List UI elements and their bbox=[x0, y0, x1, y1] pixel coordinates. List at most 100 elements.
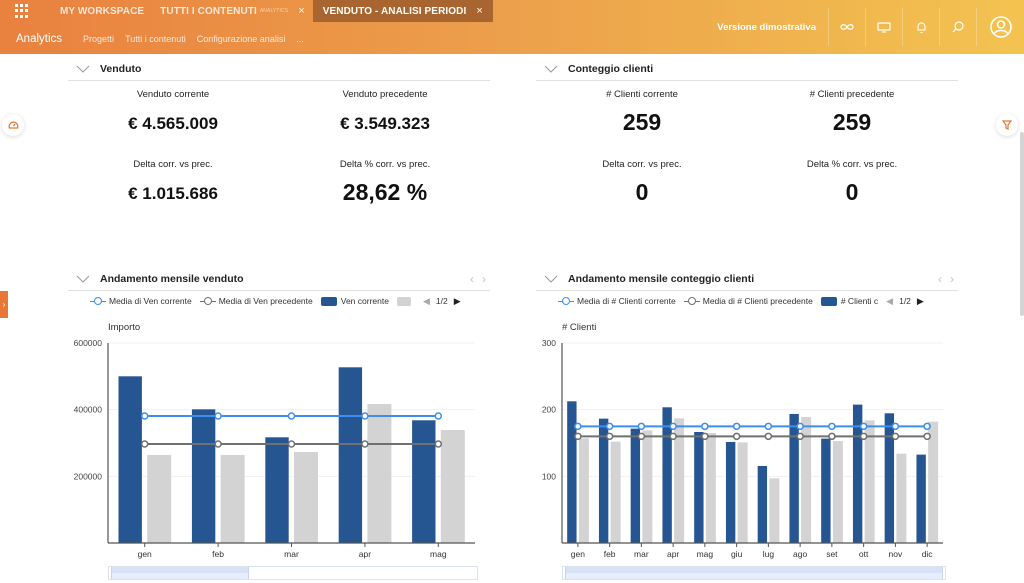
legend-next-icon[interactable]: ▶ bbox=[917, 296, 924, 307]
dashboard-button[interactable] bbox=[2, 114, 24, 136]
close-icon[interactable]: × bbox=[476, 5, 483, 17]
legend-item-media-clienti-precedente[interactable]: Media di # Clienti precedente bbox=[683, 296, 813, 306]
monitor-button[interactable] bbox=[865, 8, 902, 46]
legend-label: Ven corrente bbox=[340, 296, 389, 306]
next-arrow-icon[interactable]: › bbox=[482, 272, 486, 286]
nav-link-configurazione-analisi[interactable]: Configurazione analisi bbox=[197, 34, 286, 44]
legend-page-indicator: 1/2 bbox=[899, 296, 911, 306]
range-slider-selection[interactable] bbox=[565, 567, 943, 579]
bar-previous bbox=[769, 478, 780, 543]
range-slider-venduto[interactable] bbox=[108, 566, 478, 580]
line-point bbox=[434, 412, 443, 420]
close-icon[interactable]: × bbox=[298, 5, 305, 17]
search-icon bbox=[952, 21, 964, 33]
tab-tutti-i-contenuti[interactable]: TUTTI I CONTENUTI ANALYTICS × bbox=[152, 0, 313, 22]
panel-header-conteggio-clienti[interactable]: Conteggio clienti bbox=[536, 57, 958, 81]
vertical-scrollbar[interactable] bbox=[1020, 132, 1024, 316]
bar-current bbox=[191, 408, 216, 544]
y-tick-label: 200000 bbox=[74, 471, 103, 481]
legend-label: Media di Ven corrente bbox=[109, 296, 192, 306]
chevron-down-icon[interactable] bbox=[76, 64, 90, 74]
nav-link-more[interactable]: ... bbox=[296, 34, 304, 44]
y-tick-label: 100 bbox=[542, 471, 556, 481]
chevron-down-icon[interactable] bbox=[544, 274, 558, 284]
line-point bbox=[764, 422, 773, 431]
legend-prev-icon[interactable]: ◀ bbox=[886, 296, 893, 307]
legend-item-media-clienti-corrente[interactable]: Media di # Clienti corrente bbox=[558, 296, 676, 306]
kpi-value: 0 bbox=[635, 179, 649, 205]
legend-label: # Clienti c bbox=[840, 296, 879, 306]
x-tick-label: mar bbox=[634, 549, 649, 559]
bar-current bbox=[915, 454, 927, 544]
x-tick-label: mar bbox=[284, 549, 299, 559]
x-tick-label: feb bbox=[604, 549, 616, 559]
previous-arrow-icon[interactable]: ‹ bbox=[470, 272, 474, 286]
user-menu-button[interactable] bbox=[976, 8, 1024, 46]
bar-previous bbox=[440, 430, 465, 543]
bar-previous bbox=[220, 455, 245, 543]
y-tick-label: 600000 bbox=[74, 338, 103, 348]
range-slider-selection[interactable] bbox=[111, 567, 249, 579]
infinity-button[interactable] bbox=[828, 8, 865, 46]
chevron-down-icon[interactable] bbox=[544, 64, 558, 74]
bar-current bbox=[725, 441, 736, 544]
top-bar: MY WORKSPACE TUTTI I CONTENUTI ANALYTICS… bbox=[0, 0, 1024, 54]
sidebar-expand-handle[interactable]: › bbox=[0, 291, 8, 318]
gauge-icon bbox=[8, 121, 18, 129]
panel-header-andamento-venduto[interactable]: Andamento mensile venduto ‹ › bbox=[68, 267, 490, 291]
legend-item-ven-corrente[interactable]: Ven corrente bbox=[320, 296, 389, 306]
nav-brand[interactable]: Analytics bbox=[16, 33, 62, 45]
chart-andamento-clienti[interactable]: 100 200 300 gen feb mar apr mag giu lug ago set ott n… bbox=[530, 335, 960, 565]
range-slider-clienti[interactable] bbox=[562, 566, 946, 580]
line-point bbox=[361, 440, 369, 448]
bar-current bbox=[820, 438, 832, 544]
legend-item-media-corrente[interactable]: Media di Ven corrente bbox=[90, 296, 192, 306]
line-point bbox=[605, 432, 614, 441]
chart-andamento-venduto[interactable]: 200000 400000 600000 gen feb mar apr mag bbox=[60, 335, 490, 565]
kpi-value: 0 bbox=[845, 179, 859, 205]
line-point bbox=[701, 432, 709, 441]
legend-next-icon[interactable]: ▶ bbox=[454, 296, 461, 307]
bar-current bbox=[411, 419, 437, 544]
line-marker-icon bbox=[199, 297, 216, 305]
chevron-down-icon[interactable] bbox=[76, 274, 90, 284]
legend-item-media-precedente[interactable]: Media di Ven precedente bbox=[199, 296, 313, 306]
filter-icon bbox=[1002, 120, 1012, 130]
line-point bbox=[214, 412, 222, 420]
kpi-venduto-delta: Delta corr. vs prec. € 1.015.686 bbox=[73, 159, 273, 204]
legend-item-ven-precedente[interactable] bbox=[396, 296, 415, 306]
nav-link-progetti[interactable]: Progetti bbox=[83, 34, 114, 44]
bar-previous bbox=[737, 442, 748, 543]
kpi-label: Delta % corr. vs prec. bbox=[339, 159, 431, 170]
line-point bbox=[923, 432, 931, 441]
panel-header-venduto[interactable]: Venduto bbox=[68, 57, 490, 81]
tab-venduto-analisi-periodi[interactable]: VENDUTO - ANALISI PERIODI × bbox=[312, 0, 493, 22]
next-arrow-icon[interactable]: › bbox=[950, 272, 954, 286]
tab-my-workspace[interactable]: MY WORKSPACE bbox=[52, 0, 152, 22]
x-tick-label: giu bbox=[731, 549, 743, 559]
line-point bbox=[891, 432, 900, 441]
notifications-button[interactable] bbox=[902, 8, 939, 46]
legend-pager: ◀ 1/2 ▶ bbox=[886, 296, 924, 307]
bar-current bbox=[757, 465, 768, 544]
bar-previous bbox=[367, 404, 392, 543]
nav-link-tutti-i-contenuti[interactable]: Tutti i contenuti bbox=[125, 34, 186, 44]
legend-item-clienti-corrente[interactable]: # Clienti c bbox=[820, 296, 879, 306]
kpi-value: € 4.565.009 bbox=[128, 114, 218, 133]
apps-grid-icon[interactable] bbox=[15, 4, 29, 18]
x-tick-label: mag bbox=[430, 549, 447, 559]
chevron-right-icon: › bbox=[2, 300, 6, 309]
line-point bbox=[574, 422, 582, 431]
filter-button[interactable] bbox=[996, 114, 1018, 136]
previous-arrow-icon[interactable]: ‹ bbox=[938, 272, 942, 286]
search-button[interactable] bbox=[939, 8, 976, 46]
bar-previous bbox=[705, 433, 716, 543]
panel-header-andamento-clienti[interactable]: Andamento mensile conteggio clienti ‹ › bbox=[536, 267, 958, 291]
y-axis-title: # Clienti bbox=[562, 322, 597, 333]
kpi-value: 28,62 % bbox=[342, 179, 428, 205]
bar-previous bbox=[896, 453, 907, 543]
bar-current bbox=[630, 428, 641, 544]
legend-prev-icon[interactable]: ◀ bbox=[423, 296, 430, 307]
bar-swatch-icon bbox=[320, 296, 337, 306]
line-point bbox=[859, 422, 868, 431]
